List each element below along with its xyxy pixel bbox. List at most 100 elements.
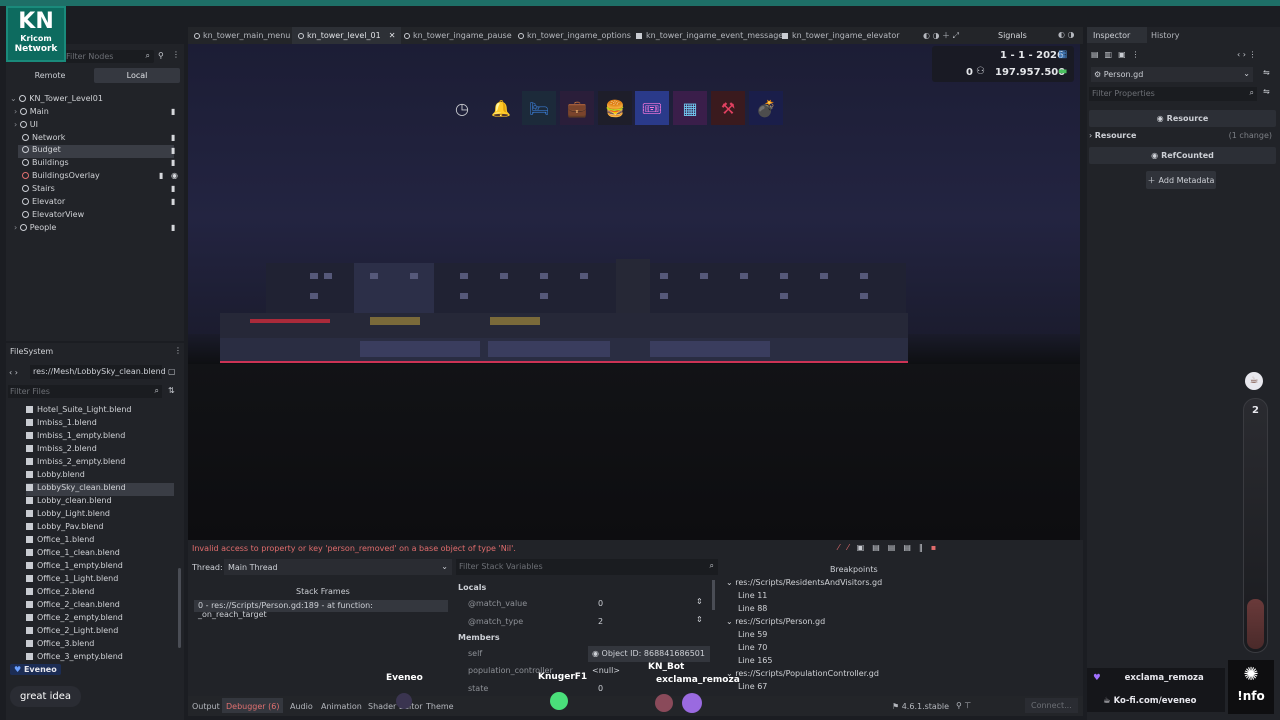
error-message[interactable]: Invalid access to property or key 'perso… xyxy=(192,544,516,553)
layout-icon[interactable]: ▢ xyxy=(168,367,176,376)
script-icon[interactable]: ▮ xyxy=(171,146,175,155)
tab-debugger[interactable]: Debugger (6) xyxy=(222,698,284,713)
tab-animation[interactable]: Animation xyxy=(321,702,362,711)
thread-select[interactable]: Main Thread ⌄ xyxy=(224,559,452,575)
filter-icon[interactable]: ⚲ xyxy=(158,51,164,60)
settings-icon[interactable]: ⇋ xyxy=(1263,68,1270,77)
tree-node-elevator[interactable]: Elevator ▮ xyxy=(22,197,184,210)
breakpoint-line[interactable]: Line 59 xyxy=(738,630,984,643)
file-item[interactable]: Office_3.blend xyxy=(26,639,178,652)
clock-icon[interactable]: ◷ xyxy=(445,91,479,125)
script-icon[interactable]: ▮ xyxy=(171,223,175,232)
script-icon[interactable]: ▮ xyxy=(171,158,175,167)
script-icon[interactable]: ▮ xyxy=(171,184,175,193)
file-item[interactable]: Imbiss_1.blend xyxy=(26,418,178,431)
file-item[interactable]: Lobby_Pav.blend xyxy=(26,522,178,535)
resource-selector[interactable]: ⚙ Person.gd ⌄ xyxy=(1091,67,1253,82)
tab-scroll-icons[interactable]: ◐ ◑ ＋ ⤢ xyxy=(923,30,959,41)
stack-frame-row[interactable]: 0 - res://Scripts/Person.gd:189 - at fun… xyxy=(194,600,448,619)
tree-node-buildings[interactable]: Buildings ▮ xyxy=(22,158,184,171)
tab-theme[interactable]: Theme xyxy=(426,702,454,711)
visibility-icon[interactable]: ◉ xyxy=(171,171,178,180)
file-item[interactable]: Lobby.blend xyxy=(26,470,178,483)
script-icon[interactable]: ▮ xyxy=(171,197,175,206)
add-metadata-button[interactable]: ＋ Add Metadata xyxy=(1146,171,1216,189)
tab-level-01[interactable]: kn_tower_level_01 ✕ xyxy=(292,27,402,44)
breakpoint-line[interactable]: Line 88 xyxy=(738,604,984,617)
tab-ingame-event-message[interactable]: kn_tower_ingame_event_message xyxy=(636,31,783,40)
var-value-field[interactable]: 2 xyxy=(598,617,603,626)
signals-tab[interactable]: Signals xyxy=(998,31,1027,40)
file-item[interactable]: Office_2_Light.blend xyxy=(26,626,178,639)
tab-ingame-pause[interactable]: kn_tower_ingame_pause xyxy=(404,31,512,40)
tree-node-ui[interactable]: › UI xyxy=(14,120,184,133)
connect-button[interactable]: Connect... xyxy=(1025,698,1078,713)
debugger-toolbar[interactable]: ⁄⁄▣▤▤▤‖▪ xyxy=(838,543,944,552)
file-item[interactable]: Imbiss_2_empty.blend xyxy=(26,457,178,470)
script-icon[interactable]: ▮ xyxy=(171,107,175,116)
stepper-icon[interactable]: ⇕ xyxy=(696,597,703,606)
close-icon[interactable]: ✕ xyxy=(389,31,396,40)
panel-arrows-icon[interactable]: ◐ ◑ xyxy=(1058,30,1075,39)
tree-node-stairs[interactable]: Stairs ▮ xyxy=(22,184,184,197)
burger-icon[interactable]: 🍔 xyxy=(598,91,632,125)
var-value-field[interactable]: 0 xyxy=(598,599,603,608)
file-item[interactable]: Office_2.blend xyxy=(26,587,178,600)
file-item[interactable]: Office_2_clean.blend xyxy=(26,600,178,613)
file-filter-input[interactable]: Filter Files xyxy=(10,387,50,396)
inspector-toolbar[interactable]: ▤▥▣⋮ xyxy=(1091,50,1146,59)
file-item[interactable]: Office_1_clean.blend xyxy=(26,548,178,561)
more-icon[interactable]: ⋮ xyxy=(172,50,180,59)
object-id-button[interactable]: ◉ Object ID: 868841686501 xyxy=(588,646,710,662)
breakpoint-file[interactable]: ⌄ res://Scripts/ResidentsAndVisitors.gd xyxy=(726,578,984,591)
briefcase-icon[interactable]: 💼 xyxy=(560,91,594,125)
tree-node-buildings-overlay[interactable]: BuildingsOverlay ▮ ◉ xyxy=(22,171,184,184)
stack-filter-input[interactable]: Filter Stack Variables xyxy=(459,562,543,571)
section-resource[interactable]: ◉ Resource xyxy=(1089,110,1276,127)
tab-history[interactable]: History xyxy=(1151,31,1179,40)
tree-node-elevator-view[interactable]: ElevatorView xyxy=(22,210,184,223)
breakpoint-file[interactable]: ⌄ res://Scripts/PopulationController.gd xyxy=(726,669,984,682)
nav-arrows-icon[interactable]: ‹ › ⋮ xyxy=(1237,50,1256,59)
vars-scrollbar[interactable] xyxy=(712,580,715,610)
file-item[interactable]: Office_2_empty.blend xyxy=(26,613,178,626)
sort-icon[interactable]: ⇅ xyxy=(168,386,175,395)
tree-node-main[interactable]: › Main ▮ xyxy=(14,107,184,120)
tab-remote[interactable]: Remote xyxy=(8,68,92,83)
file-item[interactable]: Imbiss_1_empty.blend xyxy=(26,431,178,444)
breakpoint-line[interactable]: Line 70 xyxy=(738,643,984,656)
tab-output[interactable]: Output xyxy=(192,702,220,711)
tree-root[interactable]: ⌄ KN_Tower_Level01 xyxy=(10,94,184,107)
bed-icon[interactable]: 🛏 xyxy=(522,91,556,125)
more-icon[interactable]: ⇋ xyxy=(1263,87,1270,96)
path-field[interactable]: res://Mesh/LobbySky_clean.blend xyxy=(30,365,166,379)
tab-ingame-elevator[interactable]: kn_tower_ingame_elevator xyxy=(782,31,900,40)
property-filter-input[interactable]: Filter Properties xyxy=(1092,89,1155,98)
file-item[interactable]: Office_1.blend xyxy=(26,535,178,548)
bell-icon[interactable]: 🔔 xyxy=(484,91,518,125)
tab-local[interactable]: Local xyxy=(94,68,180,83)
scene-search-input[interactable]: Filter Nodes xyxy=(66,52,113,61)
game-viewport[interactable]: ◷ 🔔 🛏 💼 🍔 🎟 ▦ ⚒ 💣 1 - 1 - 2026 ▦ 0 ⚇ 197… xyxy=(188,44,1080,540)
tab-inspector[interactable]: Inspector xyxy=(1087,27,1147,43)
pin-icon[interactable]: ⚲ ⊤ xyxy=(956,701,971,710)
file-item[interactable]: Imbiss_2.blend xyxy=(26,444,178,457)
file-item[interactable]: Hotel_Suite_Light.blend xyxy=(26,405,178,418)
file-item[interactable]: Office_1_Light.blend xyxy=(26,574,178,587)
var-value-field[interactable]: <null> xyxy=(592,666,620,675)
tab-audio[interactable]: Audio xyxy=(290,702,313,711)
script-icon[interactable]: ▮ xyxy=(159,171,163,180)
tree-node-budget[interactable]: Budget xyxy=(18,145,174,158)
file-item[interactable]: Office_1_empty.blend xyxy=(26,561,178,574)
more-icon[interactable]: ⋮ xyxy=(174,346,182,355)
stepper-icon[interactable]: ⇕ xyxy=(696,615,703,624)
building-icon[interactable]: ▦ xyxy=(673,91,707,125)
demolish-icon[interactable]: ⚒ xyxy=(711,91,745,125)
scrollbar[interactable] xyxy=(178,568,181,648)
section-refcounted[interactable]: ◉ RefCounted xyxy=(1089,147,1276,164)
breakpoint-line[interactable]: Line 67 xyxy=(738,682,984,695)
tree-node-people[interactable]: › People ▮ xyxy=(14,223,184,236)
bomb-icon[interactable]: 💣 xyxy=(749,91,783,125)
tab-main-menu[interactable]: kn_tower_main_menu xyxy=(194,31,290,40)
var-value-field[interactable]: 0 xyxy=(598,684,603,693)
